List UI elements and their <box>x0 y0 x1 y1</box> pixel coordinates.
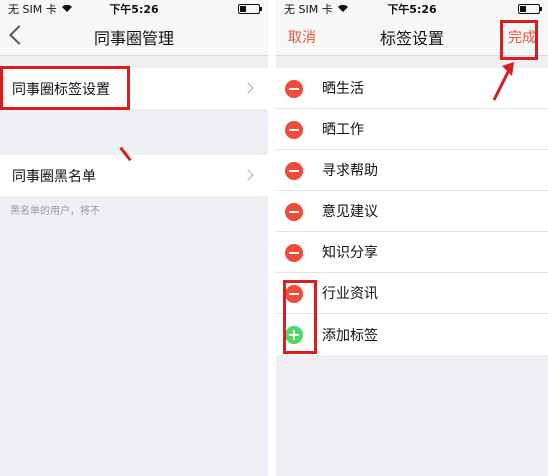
left-screen: 无 SIM 卡 下午5:26 同事圈管理 同事圈标签设置 同事圈黑名单 黑名单的… <box>0 0 268 476</box>
tag-list: 晒生活 晒工作 寻求帮助 意见建议 知识分享 行业资讯 添加标签 <box>276 68 548 355</box>
carrier-label: 无 SIM 卡 <box>284 1 349 17</box>
page-title: 同事圈管理 <box>93 28 174 48</box>
delete-icon[interactable] <box>285 121 303 139</box>
delete-icon[interactable] <box>285 203 303 221</box>
chevron-right-icon <box>242 82 254 94</box>
tag-row: 行业资讯 <box>276 273 548 314</box>
add-tag-label: 添加标签 <box>322 327 378 344</box>
delete-icon[interactable] <box>285 285 303 303</box>
blacklist-note: 黑名单的用户，将不 <box>10 206 100 217</box>
page-title: 标签设置 <box>379 28 444 48</box>
done-button[interactable]: 完成 <box>508 27 536 47</box>
blacklist-cell[interactable]: 同事圈黑名单 <box>0 155 268 196</box>
add-icon[interactable] <box>285 326 303 344</box>
tag-row: 晒工作 <box>276 109 548 150</box>
tag-label: 知识分享 <box>322 245 378 261</box>
carrier-label: 无 SIM 卡 <box>8 1 73 17</box>
delete-icon[interactable] <box>285 244 303 262</box>
tag-label: 晒生活 <box>322 81 364 97</box>
status-bar: 无 SIM 卡 下午5:26 <box>276 0 548 18</box>
nav-bar: 取消 标签设置 完成 <box>276 18 548 56</box>
delete-icon[interactable] <box>285 162 303 180</box>
wifi-icon <box>337 3 349 16</box>
divider <box>268 0 276 476</box>
back-chevron-icon[interactable] <box>9 25 29 45</box>
carrier-text: 无 SIM 卡 <box>8 3 57 16</box>
status-bar: 无 SIM 卡 下午5:26 <box>0 0 268 18</box>
delete-icon[interactable] <box>285 80 303 98</box>
cancel-button[interactable]: 取消 <box>288 27 316 47</box>
tag-label: 寻求帮助 <box>322 163 378 179</box>
tag-label: 行业资讯 <box>322 286 378 302</box>
battery-icon <box>518 4 542 14</box>
blacklist-label: 同事圈黑名单 <box>12 168 96 185</box>
tag-label: 晒工作 <box>322 122 364 138</box>
chevron-right-icon <box>242 169 254 181</box>
tag-label: 意见建议 <box>322 204 378 220</box>
annotation-arrow <box>488 60 518 102</box>
tag-row: 寻求帮助 <box>276 150 548 191</box>
wifi-icon <box>61 3 73 16</box>
tag-settings-cell[interactable]: 同事圈标签设置 <box>0 68 268 109</box>
tag-row: 意见建议 <box>276 191 548 232</box>
add-tag-row[interactable]: 添加标签 <box>276 314 548 355</box>
tag-row: 知识分享 <box>276 232 548 273</box>
carrier-text: 无 SIM 卡 <box>284 3 333 16</box>
battery-icon <box>238 4 262 14</box>
tag-settings-label: 同事圈标签设置 <box>12 81 110 98</box>
nav-bar: 同事圈管理 <box>0 18 268 56</box>
